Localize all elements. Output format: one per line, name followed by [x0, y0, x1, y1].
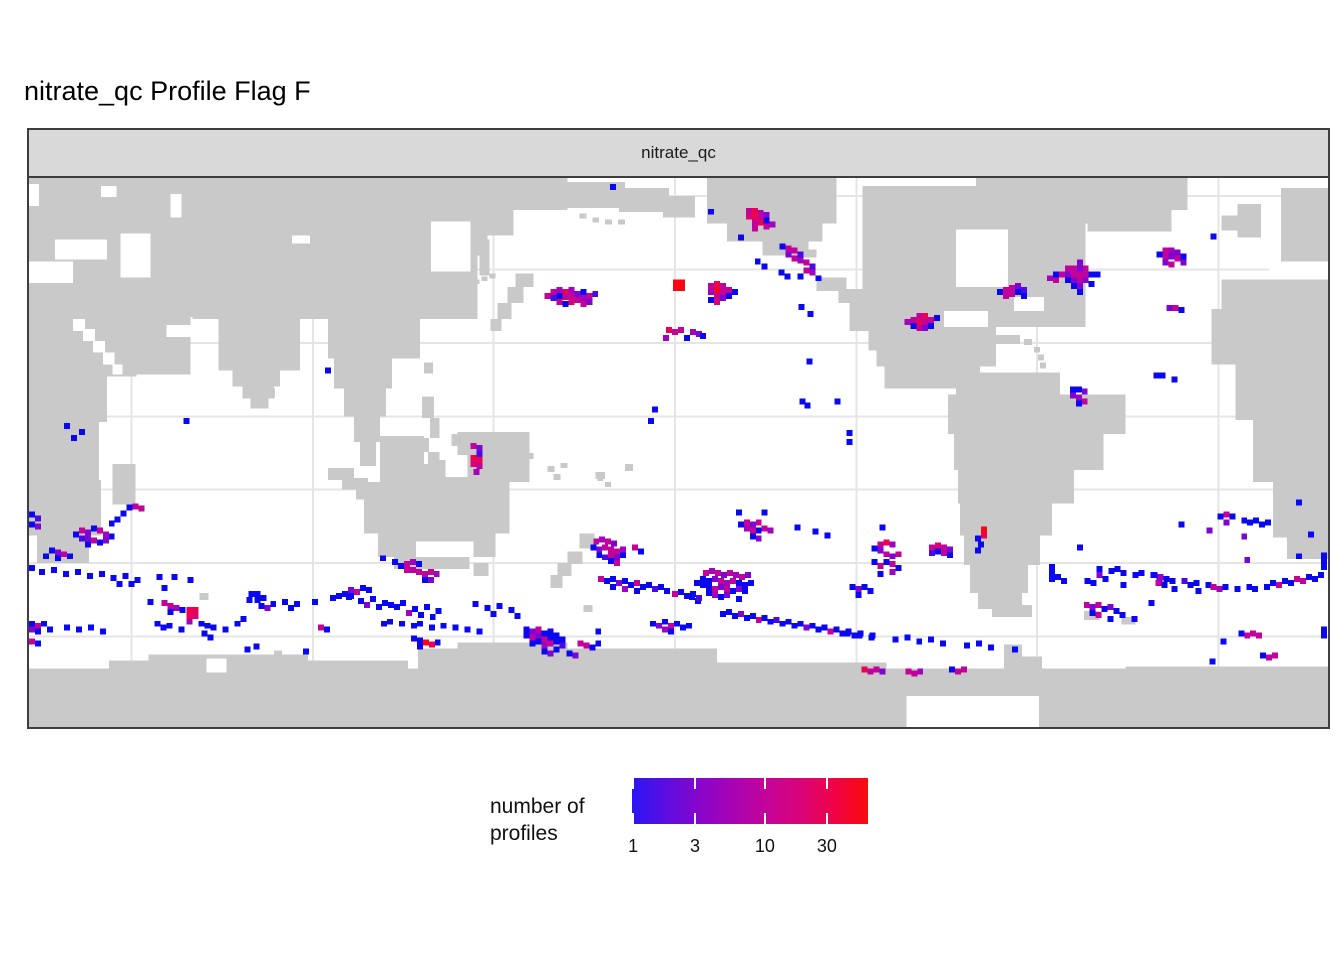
- colorbar-tick: [764, 778, 766, 789]
- colorbar-tick-label: 30: [817, 836, 837, 857]
- colorbar-tick: [632, 813, 634, 824]
- facet-label: nitrate_qc: [641, 143, 716, 163]
- colorbar-tick-label: 1: [628, 836, 638, 857]
- map-panel: [27, 176, 1330, 729]
- page-title: nitrate_qc Profile Flag F: [24, 76, 311, 107]
- colorbar-tick: [764, 813, 766, 824]
- world-map-svg: [29, 178, 1328, 727]
- colorbar-tick: [694, 813, 696, 824]
- colorbar-tick-label: 10: [755, 836, 775, 857]
- colorbar-gradient: [632, 778, 868, 824]
- legend-title-line2: profiles: [490, 820, 585, 847]
- colorbar-tick-label: 3: [690, 836, 700, 857]
- colorbar-tick: [632, 778, 634, 789]
- colorbar-tick: [826, 778, 828, 789]
- colorbar-tick: [826, 813, 828, 824]
- legend-title: number of profiles: [490, 793, 585, 847]
- colorbar-tick: [694, 778, 696, 789]
- figure-page: nitrate_qc Profile Flag F nitrate_qc num…: [0, 0, 1344, 960]
- legend-title-line1: number of: [490, 793, 585, 820]
- facet-strip: nitrate_qc: [27, 128, 1330, 176]
